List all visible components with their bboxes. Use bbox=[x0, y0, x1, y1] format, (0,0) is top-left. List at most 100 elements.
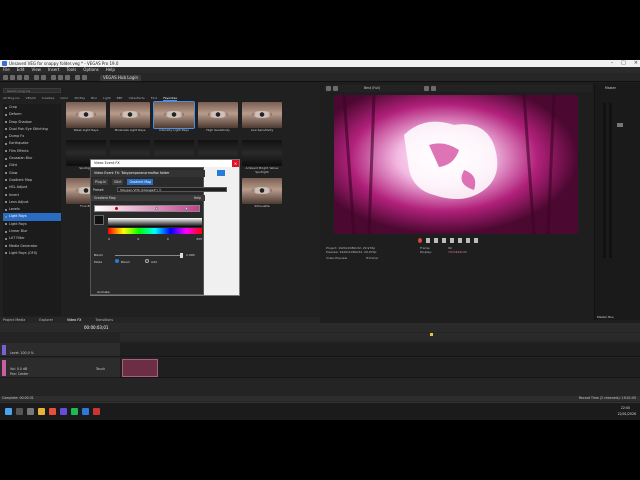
tab-bbt[interactable]: BBT bbox=[117, 96, 123, 101]
fx-list-item[interactable]: Drop Shadow bbox=[3, 119, 61, 126]
play-icon[interactable] bbox=[442, 238, 446, 243]
new-project-icon[interactable] bbox=[3, 75, 8, 80]
app-icon[interactable] bbox=[93, 408, 100, 415]
fx-chain-glint[interactable]: Glint bbox=[111, 179, 124, 185]
fx-list-item[interactable]: Linear Blur bbox=[3, 228, 61, 235]
gradient-stop[interactable] bbox=[155, 207, 158, 210]
snapshot-icon[interactable] bbox=[431, 86, 436, 91]
tab-creative[interactable]: Creative bbox=[42, 96, 55, 101]
preset-thumbnail[interactable] bbox=[242, 140, 282, 166]
pause-icon[interactable] bbox=[450, 238, 454, 243]
fx-list-item[interactable]: Glow bbox=[3, 170, 61, 177]
tab-videofacts[interactable]: VideoFacts bbox=[129, 96, 145, 101]
chrome-icon[interactable] bbox=[49, 408, 56, 415]
settings-icon[interactable] bbox=[82, 75, 87, 80]
color-saturation-field[interactable] bbox=[108, 218, 202, 227]
open-icon[interactable] bbox=[10, 75, 15, 80]
preset-thumbnail[interactable] bbox=[242, 102, 282, 128]
search-plugins-input[interactable]: Search plug-ins bbox=[3, 88, 61, 93]
task-view-icon[interactable] bbox=[27, 408, 34, 415]
help-link[interactable]: Help bbox=[194, 195, 201, 201]
loop-icon[interactable] bbox=[426, 238, 430, 243]
undo-icon[interactable] bbox=[34, 75, 39, 80]
tab-3d[interactable]: 3D/3Sp bbox=[74, 96, 85, 101]
fx-list-item[interactable]: Crop bbox=[3, 104, 61, 111]
fx-list-item[interactable]: LUT Filter bbox=[3, 235, 61, 242]
blend-slider-handle[interactable] bbox=[180, 253, 183, 258]
record-icon[interactable] bbox=[418, 238, 422, 243]
next-frame-icon[interactable] bbox=[474, 238, 478, 243]
tab-trimmer[interactable]: Trimmer bbox=[366, 256, 378, 260]
animate-button[interactable]: Animate bbox=[97, 290, 110, 294]
vegas-hub-login-button[interactable]: VEGAS Hub Login bbox=[100, 75, 142, 81]
copy-icon[interactable] bbox=[58, 75, 63, 80]
fx-list-item[interactable]: Deform bbox=[3, 111, 61, 118]
fx-list-item[interactable]: Dump Fx bbox=[3, 133, 61, 140]
b-value[interactable]: 0 bbox=[167, 237, 169, 241]
tab-fx[interactable]: FX-0 bbox=[151, 96, 158, 101]
preview-settings-icon[interactable] bbox=[326, 86, 331, 91]
mode-radio-add[interactable] bbox=[145, 259, 149, 263]
fx-list-item[interactable]: Glint bbox=[3, 162, 61, 169]
fx-list-item[interactable]: Light Rays bbox=[3, 221, 61, 228]
fx-list-item[interactable]: Levels bbox=[3, 206, 61, 213]
master-fader[interactable] bbox=[617, 123, 623, 127]
fx-list-item[interactable]: Dual Fish Eye Stitching bbox=[3, 126, 61, 133]
redo-icon[interactable] bbox=[41, 75, 46, 80]
preset-thumbnail[interactable] bbox=[198, 102, 238, 128]
search-icon[interactable] bbox=[16, 408, 23, 415]
maximize-button[interactable]: □ bbox=[621, 60, 626, 67]
save-icon[interactable] bbox=[17, 75, 22, 80]
file-explorer-icon[interactable] bbox=[38, 408, 45, 415]
discord-icon[interactable] bbox=[60, 408, 67, 415]
gradient-stop[interactable] bbox=[115, 207, 118, 210]
render-icon[interactable] bbox=[24, 75, 29, 80]
stop-icon[interactable] bbox=[458, 238, 462, 243]
r-value[interactable]: 0 bbox=[108, 237, 110, 241]
video-track-header[interactable]: Level: 100.0 % bbox=[0, 343, 120, 357]
close-button[interactable]: × bbox=[634, 60, 638, 67]
preview-quality-dropdown[interactable]: Best (Full) bbox=[364, 86, 380, 90]
paste-icon[interactable] bbox=[65, 75, 70, 80]
audio-track-header[interactable]: Vol: 0.0 dB Pan: Center Touch bbox=[0, 358, 120, 378]
fx-list-item[interactable]: Earthquake bbox=[3, 140, 61, 147]
fx-list-item[interactable]: HSL Adjust bbox=[3, 184, 61, 191]
cut-icon[interactable] bbox=[51, 75, 56, 80]
blend-slider[interactable] bbox=[115, 253, 183, 258]
preset-thumbnail[interactable] bbox=[66, 102, 106, 128]
gradient-stop[interactable] bbox=[185, 207, 188, 210]
fx-list-item[interactable]: Film Effects bbox=[3, 148, 61, 155]
audio-track-lane[interactable] bbox=[120, 358, 640, 378]
preset-thumbnail[interactable] bbox=[242, 178, 282, 204]
gradient-bar[interactable] bbox=[94, 205, 200, 212]
marker[interactable] bbox=[430, 333, 433, 336]
split-screen-icon[interactable] bbox=[333, 86, 338, 91]
prev-frame-icon[interactable] bbox=[466, 238, 470, 243]
fx-list-item[interactable]: Gradient Map bbox=[3, 177, 61, 184]
tab-color[interactable]: Color bbox=[60, 96, 68, 101]
tab-vegas[interactable]: VEGAS bbox=[26, 96, 36, 101]
hue-slider[interactable] bbox=[108, 228, 202, 234]
fx-list-item[interactable]: Gaussian Blur bbox=[3, 155, 61, 162]
preset-thumbnail[interactable] bbox=[110, 102, 150, 128]
preset-dropdown[interactable]: Tobypen VHS (Changed*) ① bbox=[117, 187, 227, 192]
fx-list-item[interactable]: Media Generator bbox=[3, 243, 61, 250]
fx-chain-gradient-map[interactable]: Gradient Map bbox=[127, 179, 154, 185]
track-pan[interactable]: Pan: Center bbox=[10, 372, 29, 376]
tab-favorites[interactable]: Favorites bbox=[163, 96, 177, 101]
g-value[interactable]: 0 bbox=[137, 237, 139, 241]
properties-icon[interactable] bbox=[75, 75, 80, 80]
tab-all-plugins[interactable]: All Plug-ins bbox=[3, 96, 20, 101]
track-volume[interactable]: Vol: 0.0 dB bbox=[10, 367, 27, 371]
track-level[interactable]: Level: 100.0 % bbox=[10, 351, 34, 355]
a-value[interactable]: 255 bbox=[196, 237, 202, 241]
dialog-title-bar[interactable]: Video Event FX × bbox=[91, 160, 239, 167]
tab-blur[interactable]: Blur bbox=[91, 96, 97, 101]
dialog-close-button[interactable]: × bbox=[232, 160, 239, 167]
tab-light[interactable]: Light bbox=[103, 96, 111, 101]
fx-list-item[interactable]: Lens Adjust bbox=[3, 199, 61, 206]
fx-list-item[interactable]: Light Rays bbox=[3, 213, 61, 221]
start-icon[interactable] bbox=[5, 408, 12, 415]
vegas-taskbar-icon[interactable] bbox=[82, 408, 89, 415]
minimize-button[interactable]: – bbox=[611, 60, 614, 67]
